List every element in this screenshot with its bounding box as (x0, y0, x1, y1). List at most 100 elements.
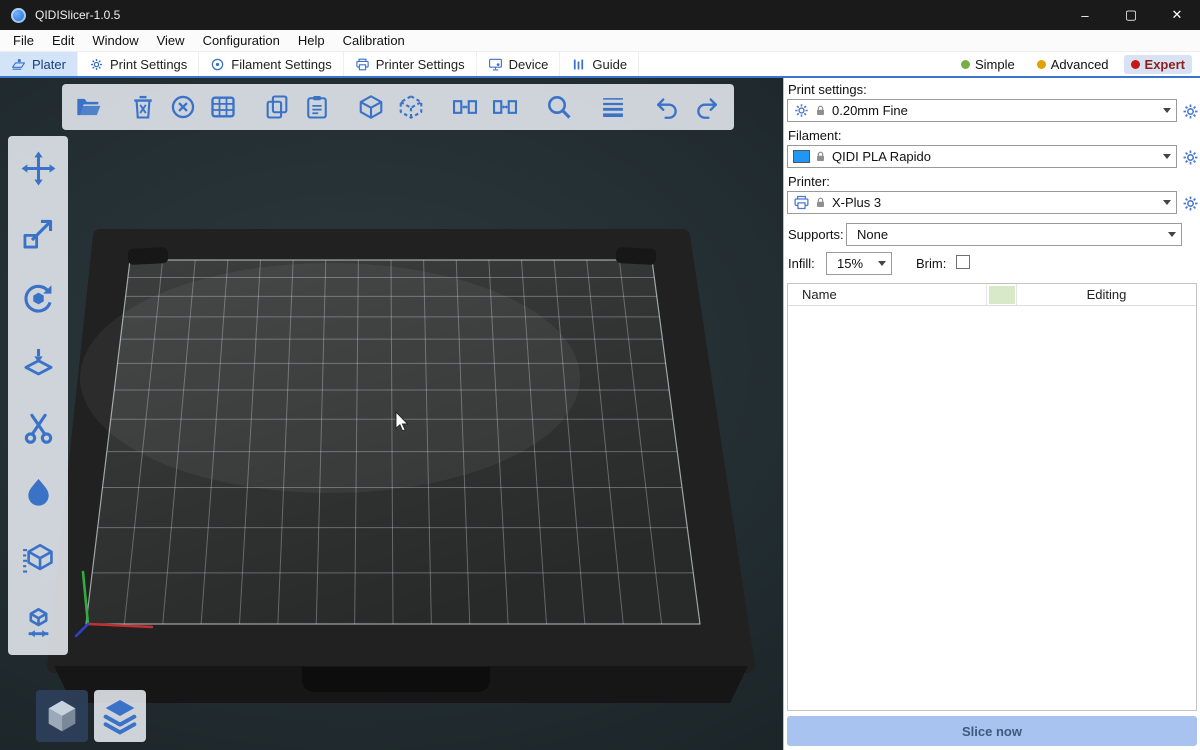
split-parts-icon (397, 93, 425, 121)
dropdown-arrow-icon (1168, 232, 1176, 237)
paste-button[interactable] (299, 88, 335, 126)
mode-dot-icon (961, 60, 970, 69)
open-folder-button[interactable] (71, 88, 107, 126)
editor-3d-view-button[interactable] (36, 690, 88, 742)
print-bed-scene (0, 78, 783, 750)
settings-panel: Print settings: 0.20mm Fine Filament: QI… (783, 78, 1200, 750)
supports-combo[interactable]: None (846, 223, 1182, 246)
mode-simple[interactable]: Simple (954, 55, 1022, 74)
cut-icon (20, 410, 57, 447)
close-button[interactable]: ✕ (1154, 0, 1200, 30)
place-on-face-button[interactable] (15, 340, 61, 386)
guide-icon (571, 57, 586, 72)
mode-expert[interactable]: Expert (1124, 55, 1192, 74)
platform-front-notch (302, 667, 490, 692)
title-bar: QIDISlicer-1.0.5 – ▢ ✕ (0, 0, 1200, 30)
menu-item-window[interactable]: Window (83, 30, 147, 51)
tab-print-settings[interactable]: Print Settings (78, 52, 199, 76)
tab-bar: PlaterPrint Settings Filament Settings Pri… (0, 52, 1200, 78)
gear-icon (1181, 148, 1200, 167)
supports-value: None (857, 227, 1164, 242)
seam-paint-button[interactable] (15, 470, 61, 516)
print-profile-icon (793, 102, 810, 119)
move-button[interactable] (15, 145, 61, 191)
menu-item-configuration[interactable]: Configuration (194, 30, 289, 51)
copy-button[interactable] (259, 88, 295, 126)
tab-plater[interactable]: Plater (0, 52, 78, 76)
object-list[interactable]: Name Editing (787, 283, 1197, 711)
dropdown-arrow-icon (1163, 108, 1171, 113)
menu-item-edit[interactable]: Edit (43, 30, 83, 51)
split-objects-button[interactable] (353, 88, 389, 126)
dropdown-arrow-icon (1163, 200, 1171, 205)
filament-gear-button[interactable] (1181, 148, 1200, 167)
search-icon (545, 93, 573, 121)
maximize-button[interactable]: ▢ (1108, 0, 1154, 30)
window-title: QIDISlicer-1.0.5 (35, 8, 120, 22)
column-header-editing: Editing (1017, 284, 1196, 305)
lock-icon (814, 150, 827, 163)
slice-now-button[interactable]: Slice now (787, 716, 1197, 746)
rotate-button[interactable] (15, 275, 61, 321)
variable-layer-height-button[interactable] (595, 88, 631, 126)
viewport-3d[interactable] (0, 78, 783, 750)
tab-printer-settings[interactable]: Printer Settings (344, 52, 477, 76)
supports-label: Supports: (788, 227, 844, 242)
remove-instance-icon (491, 93, 519, 121)
mode-label: Simple (975, 57, 1015, 72)
redo-button[interactable] (689, 88, 725, 126)
split-parts-button[interactable] (393, 88, 429, 126)
menu-item-file[interactable]: File (4, 30, 43, 51)
printer-label: Printer: (788, 174, 830, 189)
tab-device[interactable]: Device (477, 52, 561, 76)
app-logo-icon (11, 8, 26, 23)
infill-combo[interactable]: 15% (826, 252, 892, 275)
brim-checkbox[interactable] (956, 255, 970, 269)
scale-to-fit-button[interactable] (15, 600, 61, 646)
print-settings-icon (89, 57, 104, 72)
print-settings-label: Print settings: (788, 82, 867, 97)
preview-layers-view-button[interactable] (94, 690, 146, 742)
place-on-face-icon (20, 345, 57, 382)
search-button[interactable] (541, 88, 577, 126)
minimize-button[interactable]: – (1062, 0, 1108, 30)
print-settings-gear-button[interactable] (1181, 102, 1200, 121)
undo-button[interactable] (649, 88, 685, 126)
measure-icon (20, 540, 57, 577)
tab-label: Device (509, 57, 549, 72)
gear-icon (1181, 102, 1200, 121)
mode-label: Advanced (1051, 57, 1109, 72)
delete-button[interactable] (125, 88, 161, 126)
cut-button[interactable] (15, 405, 61, 451)
undo-icon (653, 93, 681, 121)
add-instance-button[interactable] (447, 88, 483, 126)
printer-combo[interactable]: X-Plus 3 (787, 191, 1177, 214)
print-settings-combo[interactable]: 0.20mm Fine (787, 99, 1177, 122)
paste-icon (303, 93, 331, 121)
device-icon (488, 57, 503, 72)
tab-guide[interactable]: Guide (560, 52, 639, 76)
menu-item-calibration[interactable]: Calibration (334, 30, 414, 51)
seam-paint-icon (20, 475, 57, 512)
tab-label: Filament Settings (231, 57, 331, 72)
filament-color-swatch (793, 150, 810, 163)
open-folder-icon (75, 93, 103, 121)
filament-combo[interactable]: QIDI PLA Rapido (787, 145, 1177, 168)
scale-button[interactable] (15, 210, 61, 256)
tab-filament-settings[interactable]: Filament Settings (199, 52, 343, 76)
printer-gear-button[interactable] (1181, 194, 1200, 213)
mode-advanced[interactable]: Advanced (1030, 55, 1116, 74)
measure-button[interactable] (15, 535, 61, 581)
remove-instance-button[interactable] (487, 88, 523, 126)
mode-dot-icon (1037, 60, 1046, 69)
menu-item-view[interactable]: View (148, 30, 194, 51)
arrange-button[interactable] (205, 88, 241, 126)
arrange-icon (209, 93, 237, 121)
delete-all-button[interactable] (165, 88, 201, 126)
delete-all-icon (169, 93, 197, 121)
menu-item-help[interactable]: Help (289, 30, 334, 51)
editor-3d-view-icon (42, 696, 82, 736)
object-list-header: Name Editing (788, 284, 1196, 306)
copy-icon (263, 93, 291, 121)
printer-settings-icon (355, 57, 370, 72)
